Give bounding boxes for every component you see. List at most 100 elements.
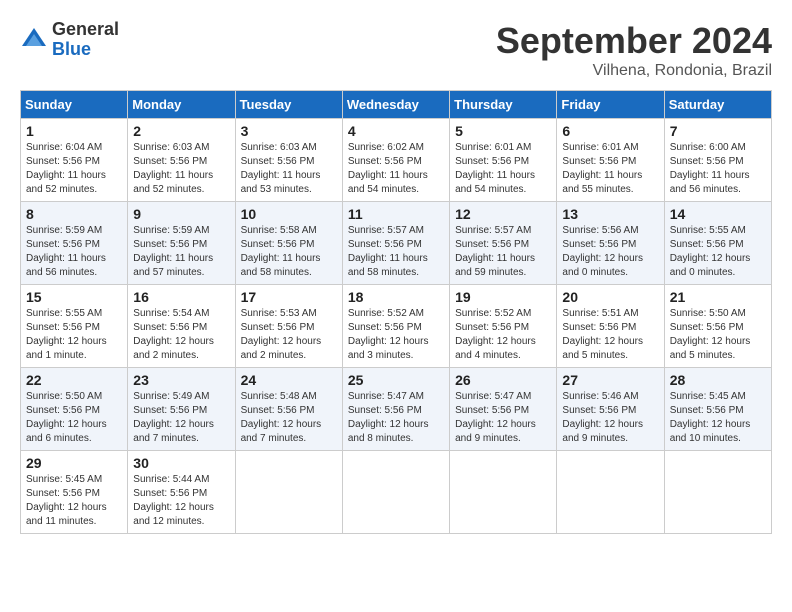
- title-area: September 2024 Vilhena, Rondonia, Brazil: [496, 20, 772, 80]
- logo: General Blue: [20, 20, 119, 60]
- table-row: 10 Sunrise: 5:58 AM Sunset: 5:56 PM Dayli…: [235, 202, 342, 285]
- day-info: Sunrise: 6:01 AM Sunset: 5:56 PM Dayligh…: [455, 141, 551, 197]
- col-friday: Friday: [557, 91, 664, 119]
- day-number: 21: [670, 289, 766, 305]
- table-row: 9 Sunrise: 5:59 AM Sunset: 5:56 PM Daylig…: [128, 202, 235, 285]
- table-row: 28 Sunrise: 5:45 AM Sunset: 5:56 PM Dayli…: [664, 368, 771, 451]
- table-row: 21 Sunrise: 5:50 AM Sunset: 5:56 PM Dayli…: [664, 285, 771, 368]
- table-row: 13Sunrise: 5:56 AM Sunset: 5:56 PM Dayli…: [557, 202, 664, 285]
- location-subtitle: Vilhena, Rondonia, Brazil: [496, 62, 772, 80]
- logo-blue: Blue: [52, 40, 119, 60]
- day-number: 26: [455, 372, 551, 388]
- day-info: Sunrise: 5:55 AM Sunset: 5:56 PM Dayligh…: [670, 224, 766, 280]
- table-row: [664, 451, 771, 534]
- day-info: Sunrise: 6:04 AM Sunset: 5:56 PM Dayligh…: [26, 141, 122, 197]
- col-sunday: Sunday: [21, 91, 128, 119]
- day-info: Sunrise: 5:54 AM Sunset: 5:56 PM Dayligh…: [133, 307, 229, 363]
- day-info: Sunrise: 5:58 AM Sunset: 5:56 PM Dayligh…: [241, 224, 337, 280]
- day-number: 7: [670, 123, 766, 139]
- day-info: Sunrise: 5:59 AM Sunset: 5:56 PM Dayligh…: [26, 224, 122, 280]
- day-number: 19: [455, 289, 551, 305]
- day-number: 25: [348, 372, 444, 388]
- table-row: 30Sunrise: 5:44 AM Sunset: 5:56 PM Dayli…: [128, 451, 235, 534]
- day-number: 3: [241, 123, 337, 139]
- day-number: 18: [348, 289, 444, 305]
- day-number: 28: [670, 372, 766, 388]
- col-wednesday: Wednesday: [342, 91, 449, 119]
- table-row: 17 Sunrise: 5:53 AM Sunset: 5:56 PM Dayli…: [235, 285, 342, 368]
- day-info: Sunrise: 5:47 AM Sunset: 5:56 PM Dayligh…: [455, 390, 551, 446]
- day-info: Sunrise: 5:49 AM Sunset: 5:56 PM Dayligh…: [133, 390, 229, 446]
- table-row: 6Sunrise: 6:01 AM Sunset: 5:56 PM Daylig…: [557, 119, 664, 202]
- table-row: 1 Sunrise: 6:04 AM Sunset: 5:56 PM Daylig…: [21, 119, 128, 202]
- day-number: 14: [670, 206, 766, 222]
- day-info: Sunrise: 5:45 AM Sunset: 5:56 PM Dayligh…: [26, 473, 122, 529]
- day-number: 1: [26, 123, 122, 139]
- day-number: 12: [455, 206, 551, 222]
- day-info: Sunrise: 6:03 AM Sunset: 5:56 PM Dayligh…: [241, 141, 337, 197]
- day-info: Sunrise: 6:00 AM Sunset: 5:56 PM Dayligh…: [670, 141, 766, 197]
- day-info: Sunrise: 5:59 AM Sunset: 5:56 PM Dayligh…: [133, 224, 229, 280]
- table-row: 26 Sunrise: 5:47 AM Sunset: 5:56 PM Dayli…: [450, 368, 557, 451]
- day-number: 2: [133, 123, 229, 139]
- table-row: 23 Sunrise: 5:49 AM Sunset: 5:56 PM Dayli…: [128, 368, 235, 451]
- day-info: Sunrise: 5:52 AM Sunset: 5:56 PM Dayligh…: [348, 307, 444, 363]
- table-row: [450, 451, 557, 534]
- day-number: 17: [241, 289, 337, 305]
- table-row: 7 Sunrise: 6:00 AM Sunset: 5:56 PM Daylig…: [664, 119, 771, 202]
- day-info: Sunrise: 5:48 AM Sunset: 5:56 PM Dayligh…: [241, 390, 337, 446]
- day-info: Sunrise: 5:47 AM Sunset: 5:56 PM Dayligh…: [348, 390, 444, 446]
- month-title: September 2024: [496, 20, 772, 62]
- table-row: 8 Sunrise: 5:59 AM Sunset: 5:56 PM Daylig…: [21, 202, 128, 285]
- col-saturday: Saturday: [664, 91, 771, 119]
- col-thursday: Thursday: [450, 91, 557, 119]
- calendar-table: Sunday Monday Tuesday Wednesday Thursday…: [20, 90, 772, 534]
- day-info: Sunrise: 5:46 AM Sunset: 5:56 PM Dayligh…: [562, 390, 658, 446]
- calendar-header-row: Sunday Monday Tuesday Wednesday Thursday…: [21, 91, 772, 119]
- table-row: 15 Sunrise: 5:55 AM Sunset: 5:56 PM Dayli…: [21, 285, 128, 368]
- day-number: 23: [133, 372, 229, 388]
- col-monday: Monday: [128, 91, 235, 119]
- col-tuesday: Tuesday: [235, 91, 342, 119]
- day-info: Sunrise: 5:57 AM Sunset: 5:56 PM Dayligh…: [455, 224, 551, 280]
- table-row: 22 Sunrise: 5:50 AM Sunset: 5:56 PM Dayli…: [21, 368, 128, 451]
- table-row: 29Sunrise: 5:45 AM Sunset: 5:56 PM Dayli…: [21, 451, 128, 534]
- day-info: Sunrise: 5:50 AM Sunset: 5:56 PM Dayligh…: [26, 390, 122, 446]
- day-number: 9: [133, 206, 229, 222]
- day-number: 11: [348, 206, 444, 222]
- day-info: Sunrise: 6:01 AM Sunset: 5:56 PM Dayligh…: [562, 141, 658, 197]
- day-number: 24: [241, 372, 337, 388]
- table-row: 20 Sunrise: 5:51 AM Sunset: 5:56 PM Dayli…: [557, 285, 664, 368]
- table-row: 14 Sunrise: 5:55 AM Sunset: 5:56 PM Dayli…: [664, 202, 771, 285]
- day-info: Sunrise: 5:51 AM Sunset: 5:56 PM Dayligh…: [562, 307, 658, 363]
- day-number: 22: [26, 372, 122, 388]
- table-row: [235, 451, 342, 534]
- logo-general: General: [52, 20, 119, 40]
- table-row: 24 Sunrise: 5:48 AM Sunset: 5:56 PM Dayli…: [235, 368, 342, 451]
- table-row: 27 Sunrise: 5:46 AM Sunset: 5:56 PM Dayli…: [557, 368, 664, 451]
- table-row: 11 Sunrise: 5:57 AM Sunset: 5:56 PM Dayli…: [342, 202, 449, 285]
- week-row-1: 1 Sunrise: 6:04 AM Sunset: 5:56 PM Daylig…: [21, 119, 772, 202]
- day-number: 27: [562, 372, 658, 388]
- table-row: 18 Sunrise: 5:52 AM Sunset: 5:56 PM Dayli…: [342, 285, 449, 368]
- day-number: 4: [348, 123, 444, 139]
- day-number: 20: [562, 289, 658, 305]
- day-number: 10: [241, 206, 337, 222]
- day-info: Sunrise: 5:45 AM Sunset: 5:56 PM Dayligh…: [670, 390, 766, 446]
- day-info: Sunrise: 5:56 AM Sunset: 5:56 PM Dayligh…: [562, 224, 658, 280]
- day-number: 15: [26, 289, 122, 305]
- day-info: Sunrise: 5:50 AM Sunset: 5:56 PM Dayligh…: [670, 307, 766, 363]
- week-row-2: 8 Sunrise: 5:59 AM Sunset: 5:56 PM Daylig…: [21, 202, 772, 285]
- table-row: 16 Sunrise: 5:54 AM Sunset: 5:56 PM Dayli…: [128, 285, 235, 368]
- day-info: Sunrise: 5:57 AM Sunset: 5:56 PM Dayligh…: [348, 224, 444, 280]
- week-row-5: 29Sunrise: 5:45 AM Sunset: 5:56 PM Dayli…: [21, 451, 772, 534]
- day-number: 30: [133, 455, 229, 471]
- page-header: General Blue September 2024 Vilhena, Ron…: [20, 20, 772, 80]
- week-row-3: 15 Sunrise: 5:55 AM Sunset: 5:56 PM Dayli…: [21, 285, 772, 368]
- table-row: 2Sunrise: 6:03 AM Sunset: 5:56 PM Daylig…: [128, 119, 235, 202]
- day-info: Sunrise: 5:55 AM Sunset: 5:56 PM Dayligh…: [26, 307, 122, 363]
- day-info: Sunrise: 5:53 AM Sunset: 5:56 PM Dayligh…: [241, 307, 337, 363]
- table-row: 5Sunrise: 6:01 AM Sunset: 5:56 PM Daylig…: [450, 119, 557, 202]
- day-number: 8: [26, 206, 122, 222]
- day-number: 16: [133, 289, 229, 305]
